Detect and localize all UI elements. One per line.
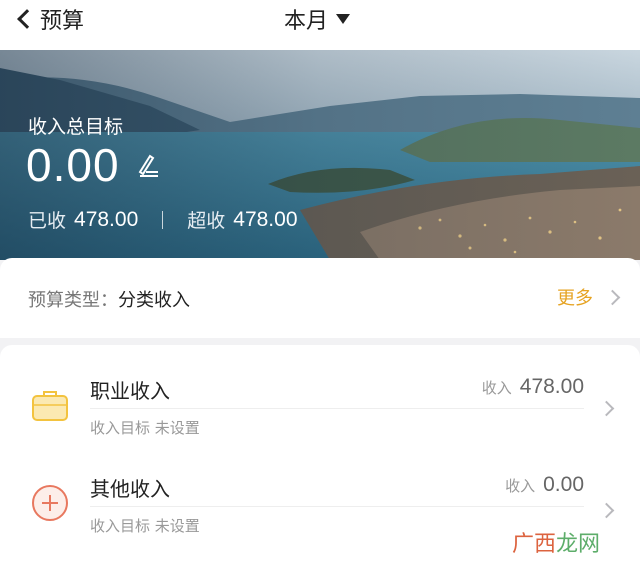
more-label: 更多: [557, 288, 593, 309]
target-label: 收入目标: [90, 419, 151, 437]
back-label: 预算: [40, 9, 85, 34]
stats-divider: [162, 210, 164, 229]
target-label: 收入目标: [90, 517, 151, 535]
plus-circle-icon: [32, 485, 68, 521]
progress-divider: [90, 506, 584, 507]
target-status-value: 未设置: [154, 517, 200, 535]
caret-down-icon: [336, 14, 351, 24]
amount-label: 收入: [505, 477, 536, 495]
edit-pencil-icon[interactable]: [134, 150, 160, 180]
more-link[interactable]: 更多: [557, 284, 621, 310]
list-item-career-income[interactable]: 职业收入 收入 478.00 收入目标 未设置: [0, 353, 640, 453]
period-label: 本月: [284, 9, 329, 34]
goal-title: 收入总目标: [28, 116, 124, 138]
hero-banner: 收入总目标 0.00 已收 478.00 超收 478.00: [0, 50, 640, 260]
hero-content: 收入总目标 0.00 已收 478.00 超收 478.00: [0, 50, 640, 260]
income-stats: 已收 478.00 超收 478.00: [28, 206, 298, 233]
target-status: 收入目标 未设置: [90, 417, 200, 438]
chevron-left-icon: [17, 9, 37, 29]
briefcase-icon: [32, 391, 68, 421]
budget-type-label-text: 预算类型：: [28, 290, 118, 311]
progress-divider: [90, 408, 584, 409]
back-button[interactable]: 预算: [14, 2, 84, 36]
category-name: 其他收入: [90, 477, 170, 501]
chevron-right-icon: [598, 502, 615, 519]
exceed-value: 478.00: [233, 207, 298, 231]
chevron-right-icon: [598, 400, 615, 417]
budget-type-row[interactable]: 预算类型：分类收入 更多: [0, 258, 640, 338]
amount-value: 478.00: [519, 375, 584, 398]
watermark-part1: 广西: [512, 532, 557, 557]
period-selector[interactable]: 本月: [284, 2, 351, 36]
budget-type-label: 预算类型：分类收入: [28, 286, 190, 312]
watermark: 广西龙网: [512, 526, 600, 558]
budget-type-value: 分类收入: [118, 290, 190, 311]
amount-value: 0.00: [543, 473, 584, 496]
category-amount: 收入 478.00: [482, 375, 584, 399]
category-amount: 收入 0.00: [505, 473, 584, 497]
target-status: 收入目标 未设置: [90, 515, 200, 536]
amount-label: 收入: [481, 379, 512, 397]
target-status-value: 未设置: [154, 419, 200, 437]
top-bar: 预算 本月: [0, 0, 640, 50]
chevron-right-icon: [604, 289, 621, 305]
received-label: 已收: [28, 210, 67, 232]
exceed-label: 超收: [187, 210, 226, 232]
category-name: 职业收入: [90, 379, 170, 403]
watermark-part2: 龙网: [556, 532, 601, 557]
received-value: 478.00: [74, 207, 139, 231]
goal-amount: 0.00: [26, 139, 120, 191]
